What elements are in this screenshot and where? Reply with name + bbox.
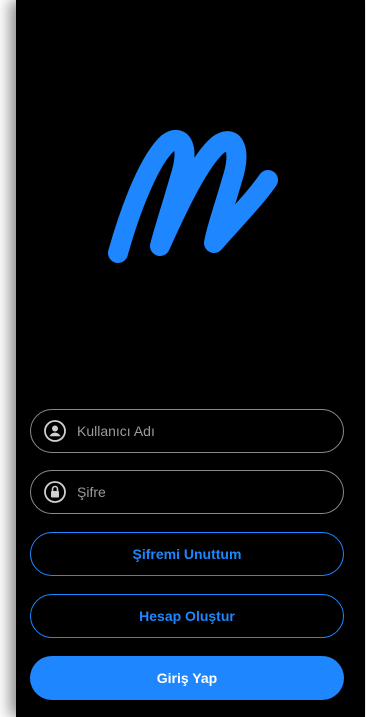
login-screen: Şifremi Unuttum Hesap Oluştur Giriş Yap bbox=[16, 0, 365, 717]
create-account-button[interactable]: Hesap Oluştur bbox=[30, 594, 344, 638]
password-input[interactable] bbox=[77, 484, 317, 500]
lock-icon bbox=[44, 481, 66, 503]
login-button[interactable]: Giriş Yap bbox=[30, 656, 344, 700]
m-logo-icon bbox=[108, 130, 278, 263]
forgot-password-button[interactable]: Şifremi Unuttum bbox=[30, 532, 344, 576]
username-field[interactable] bbox=[30, 409, 344, 453]
password-field[interactable] bbox=[30, 470, 344, 514]
user-icon bbox=[44, 420, 66, 442]
username-input[interactable] bbox=[77, 423, 317, 439]
